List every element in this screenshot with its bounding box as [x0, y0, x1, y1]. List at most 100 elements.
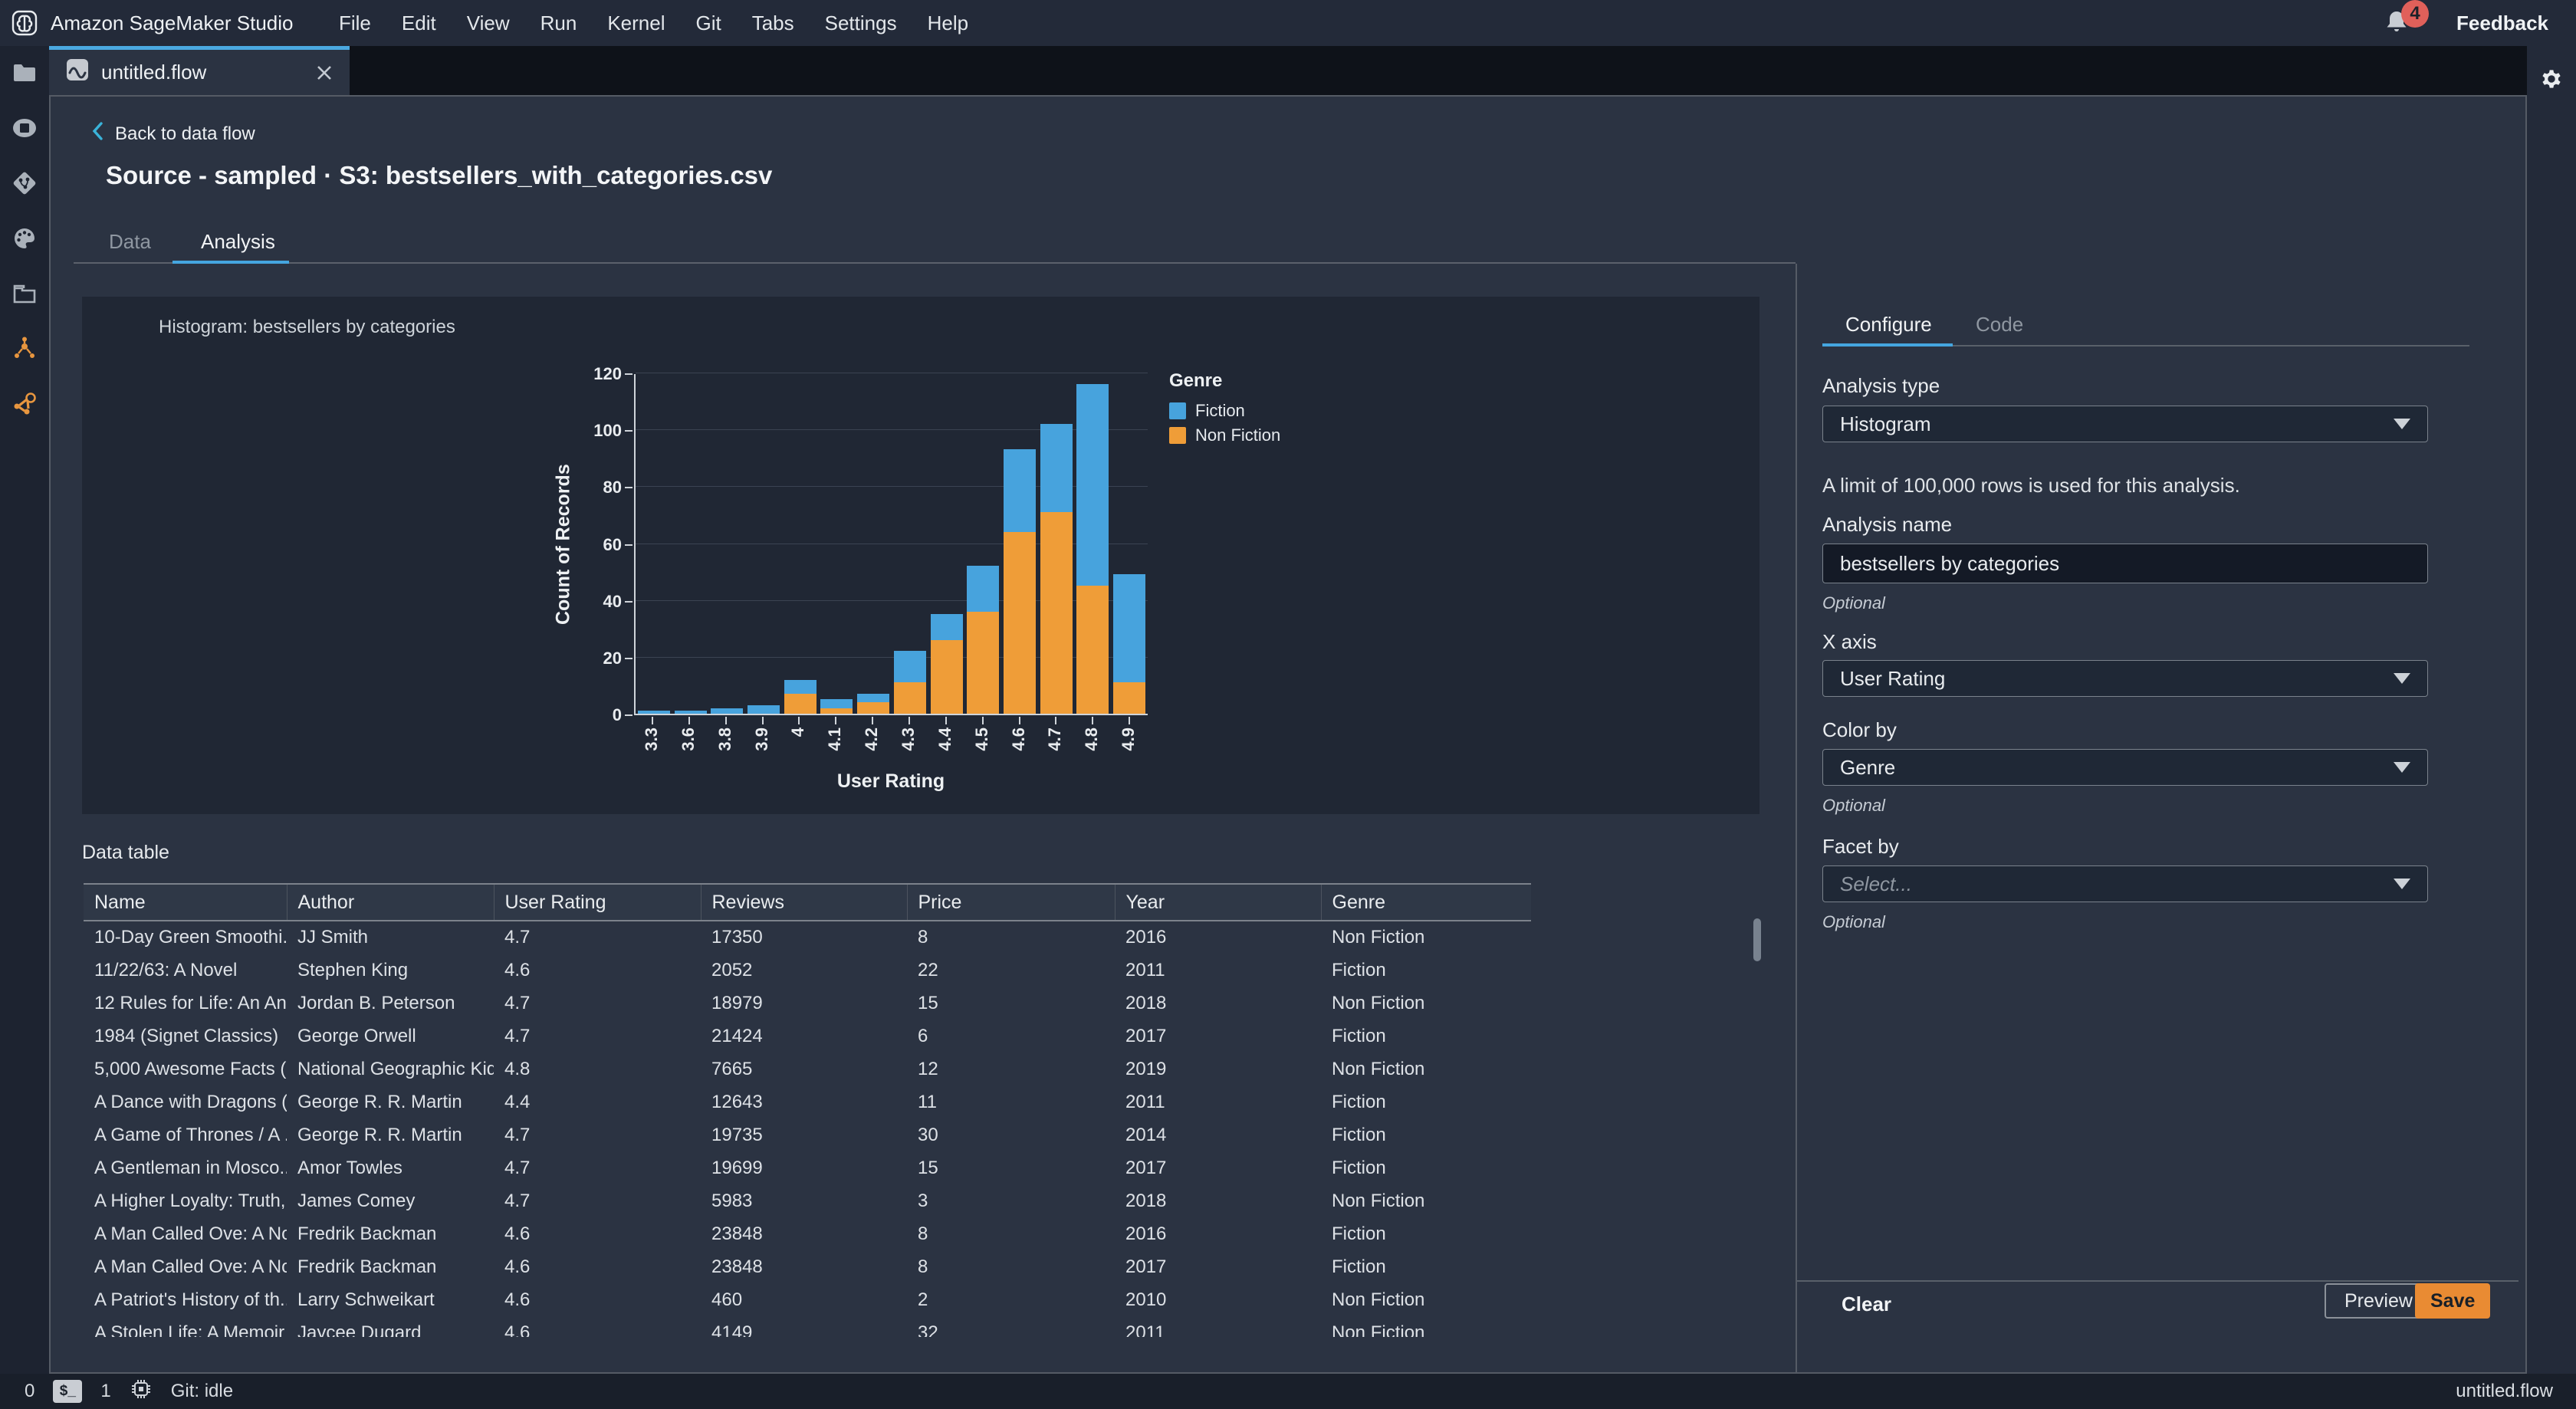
table-cell: Larry Schweikart	[297, 1289, 435, 1310]
menu-run[interactable]: Run	[540, 11, 577, 35]
color-by-dropdown[interactable]: Genre	[1822, 749, 2428, 786]
menu-git[interactable]: Git	[695, 11, 721, 35]
tab-analysis[interactable]: Analysis	[201, 230, 275, 254]
column-header-price[interactable]: Price	[906, 883, 1115, 921]
status-file-name: untitled.flow	[2456, 1381, 2553, 1401]
x-tick-label: 3.3	[641, 727, 661, 751]
back-to-data-flow-link[interactable]: Back to data flow	[90, 121, 255, 146]
analysis-name-hint: Optional	[1822, 593, 1885, 613]
histogram-bar-4.8	[1076, 383, 1109, 714]
bar-segment-fiction	[1004, 449, 1037, 532]
table-cell: 2014	[1125, 1124, 1167, 1145]
terminal-icon[interactable]: $_	[53, 1380, 83, 1403]
table-cell: Fiction	[1332, 1091, 1386, 1112]
vertical-scrollbar[interactable]	[1753, 918, 1761, 961]
bar-segment-fiction	[893, 651, 926, 683]
kernel-chip-icon[interactable]	[130, 1378, 153, 1406]
table-cell: Fiction	[1332, 1124, 1386, 1145]
bar-segment-non-fiction	[893, 682, 926, 714]
table-cell: 18979	[711, 992, 763, 1013]
table-cell: Fiction	[1332, 1223, 1386, 1244]
table-cell: Jaycee Dugard	[297, 1322, 422, 1338]
tab-configure[interactable]: Configure	[1845, 313, 1932, 337]
table-cell: 7665	[711, 1058, 753, 1079]
table-cell: 4.6	[504, 1322, 531, 1338]
tabs-divider	[74, 262, 1796, 264]
tab-untitled-flow[interactable]: untitled.flow	[49, 46, 350, 95]
open-tabs-icon[interactable]	[12, 281, 38, 307]
git-icon[interactable]	[12, 170, 38, 196]
sagemaker-brain-icon	[11, 9, 38, 37]
column-header-name[interactable]: Name	[84, 883, 287, 921]
menu-tabs[interactable]: Tabs	[752, 11, 794, 35]
y-tick-label: 60	[603, 534, 622, 554]
menu-help[interactable]: Help	[928, 11, 968, 35]
x-tick-label: 4.6	[1008, 727, 1028, 751]
bar-segment-fiction	[748, 704, 780, 714]
y-axis-ticks	[625, 373, 632, 716]
y-tick-label: 20	[603, 648, 622, 668]
table-cell: 15	[918, 992, 938, 1013]
column-header-year[interactable]: Year	[1114, 883, 1321, 921]
analysis-name-input[interactable]	[1822, 544, 2428, 583]
tab-code[interactable]: Code	[1976, 313, 2023, 337]
menu-view[interactable]: View	[467, 11, 510, 35]
save-button[interactable]: Save	[2415, 1283, 2491, 1319]
table-cell: A Man Called Ove: A No...	[94, 1256, 287, 1277]
column-header-user-rating[interactable]: User Rating	[493, 883, 701, 921]
table-cell: 8	[918, 1223, 928, 1244]
bar-segment-fiction	[711, 708, 744, 714]
row-limit-note: A limit of 100,000 rows is used for this…	[1822, 474, 2240, 497]
bar-segment-fiction	[820, 699, 853, 708]
menu-settings[interactable]: Settings	[825, 11, 897, 35]
histogram-bar-3.6	[674, 711, 707, 714]
table-cell: 4149	[711, 1322, 753, 1338]
running-terminals-icon[interactable]	[12, 115, 38, 141]
gear-icon[interactable]	[2538, 66, 2564, 92]
table-row: A Man Called Ove: A No... Fredrik Backman…	[84, 1250, 1531, 1283]
table-cell: 23848	[711, 1223, 763, 1244]
table-cell: Amor Towles	[297, 1157, 402, 1178]
sagemaker-studio-window: Amazon SageMaker Studio File Edit View Run K…	[0, 0, 2576, 1409]
table-cell: 4.4	[504, 1091, 531, 1112]
table-cell: Fredrik Backman	[297, 1256, 437, 1277]
table-cell: 1984 (Signet Classics)	[94, 1025, 279, 1046]
bar-segment-non-fiction	[820, 708, 853, 714]
column-header-genre[interactable]: Genre	[1320, 883, 1531, 921]
histogram-bar-4.9	[1113, 574, 1146, 714]
table-cell: 4.7	[504, 1025, 531, 1046]
column-header-reviews[interactable]: Reviews	[700, 883, 907, 921]
editor-tab-bar: untitled.flow	[49, 46, 2527, 95]
pipeline-icon[interactable]	[12, 391, 38, 417]
analysis-type-dropdown[interactable]: Histogram	[1822, 406, 2428, 442]
table-cell: 21424	[711, 1025, 763, 1046]
table-cell: 5983	[711, 1190, 753, 1211]
table-cell: 2	[918, 1289, 928, 1310]
table-cell: 15	[918, 1157, 938, 1178]
x-tick-label: 4.1	[825, 727, 845, 751]
menu-edit[interactable]: Edit	[402, 11, 436, 35]
notifications-button[interactable]: 4	[2383, 0, 2430, 39]
tab-data[interactable]: Data	[109, 230, 151, 254]
feedback-link[interactable]: Feedback	[2456, 11, 2548, 35]
x-tick-label: 4.9	[1119, 727, 1138, 751]
tab-close-icon[interactable]	[316, 64, 333, 81]
x-tick-label: 4.3	[898, 727, 918, 751]
bar-segment-fiction	[857, 694, 890, 703]
table-cell: 30	[918, 1124, 938, 1145]
cluster-icon[interactable]	[12, 336, 38, 362]
table-cell: Fredrik Backman	[297, 1223, 437, 1244]
column-header-author[interactable]: Author	[286, 883, 494, 921]
facet-by-dropdown[interactable]: Select...	[1822, 865, 2428, 902]
folder-icon[interactable]	[12, 60, 38, 86]
menu-file[interactable]: File	[339, 11, 371, 35]
table-cell: 4.6	[504, 1289, 531, 1310]
x-axis-ticks	[634, 717, 1148, 726]
palette-icon[interactable]	[12, 225, 38, 251]
x-axis-dropdown[interactable]: User Rating	[1822, 660, 2428, 697]
table-cell: 2019	[1125, 1058, 1167, 1079]
table-cell: 2017	[1125, 1025, 1167, 1046]
menu-kernel[interactable]: Kernel	[607, 11, 665, 35]
clear-button[interactable]: Clear	[1842, 1292, 1891, 1316]
git-status[interactable]: Git: idle	[171, 1381, 233, 1402]
